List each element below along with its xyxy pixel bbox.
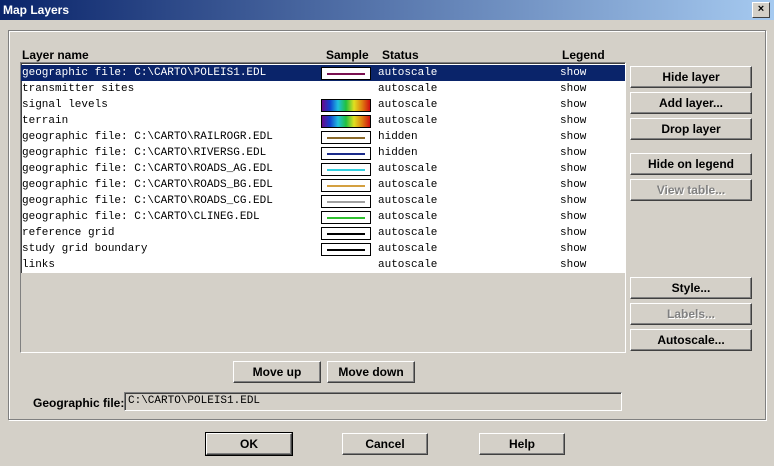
layer-row[interactable]: geographic file: C:\CARTO\POLEIS1.EDL aut… — [21, 65, 625, 81]
layer-legend: show — [560, 131, 587, 143]
layer-status: autoscale — [378, 259, 438, 271]
line-sample-stroke — [327, 169, 365, 171]
line-sample-stroke — [327, 137, 365, 139]
layer-status: autoscale — [378, 243, 438, 255]
hide-layer-button[interactable]: Hide layer — [630, 66, 752, 88]
layer-status: autoscale — [378, 99, 438, 111]
line-sample-icon — [321, 211, 371, 224]
layer-row[interactable]: geographic file: C:\CARTO\RIVERSG.EDL hid… — [21, 145, 625, 161]
layer-status: autoscale — [378, 179, 438, 191]
layer-status: hidden — [378, 147, 418, 159]
line-sample-stroke — [327, 185, 365, 187]
layer-legend: show — [560, 179, 587, 191]
layer-status: autoscale — [378, 227, 438, 239]
layer-status: hidden — [378, 131, 418, 143]
layer-row[interactable]: study grid boundary autoscale show — [21, 241, 625, 257]
layer-status: autoscale — [378, 195, 438, 207]
layer-legend: show — [560, 83, 587, 95]
line-sample-stroke — [327, 233, 365, 235]
layer-legend: show — [560, 259, 587, 271]
layer-name: transmitter sites — [22, 83, 135, 95]
layer-name: geographic file: C:\CARTO\POLEIS1.EDL — [22, 67, 267, 79]
line-sample-stroke — [327, 201, 365, 203]
layer-row[interactable]: geographic file: C:\CARTO\RAILROGR.EDL hi… — [21, 129, 625, 145]
line-sample-stroke — [327, 73, 365, 75]
layer-name: geographic file: C:\CARTO\ROADS_AG.EDL — [22, 163, 273, 175]
layer-row[interactable]: signal levels autoscale show — [21, 97, 625, 113]
line-sample-stroke — [327, 249, 365, 251]
line-sample-icon — [321, 227, 371, 240]
layer-name: reference grid — [22, 227, 115, 239]
layer-row[interactable]: geographic file: C:\CARTO\ROADS_CG.EDL au… — [21, 193, 625, 209]
close-button[interactable]: × — [752, 2, 770, 18]
layer-name: geographic file: C:\CARTO\ROADS_CG.EDL — [22, 195, 273, 207]
layer-legend: show — [560, 195, 587, 207]
layer-row[interactable]: terrain autoscale show — [21, 113, 625, 129]
layer-status: autoscale — [378, 163, 438, 175]
layer-name: geographic file: C:\CARTO\RAILROGR.EDL — [22, 131, 273, 143]
layer-name: geographic file: C:\CARTO\CLINEG.EDL — [22, 211, 260, 223]
line-sample-icon — [321, 147, 371, 160]
gradient-sample-icon — [321, 115, 371, 128]
layer-status: autoscale — [378, 83, 438, 95]
layer-name: study grid boundary — [22, 243, 148, 255]
layer-status: autoscale — [378, 67, 438, 79]
layer-legend: show — [560, 227, 587, 239]
move-down-button[interactable]: Move down — [327, 361, 415, 383]
layer-name: links — [22, 259, 56, 271]
layer-status: autoscale — [378, 115, 438, 127]
layer-legend: show — [560, 67, 587, 79]
line-sample-icon — [321, 163, 371, 176]
line-sample-icon — [321, 67, 371, 80]
layer-name: terrain — [22, 115, 69, 127]
layer-row[interactable]: transmitter sites autoscale show — [21, 81, 625, 97]
layer-name: geographic file: C:\CARTO\ROADS_BG.EDL — [22, 179, 273, 191]
cancel-button[interactable]: Cancel — [342, 433, 428, 455]
line-sample-icon — [321, 195, 371, 208]
layer-legend: show — [560, 99, 587, 111]
layer-list[interactable]: geographic file: C:\CARTO\POLEIS1.EDL aut… — [20, 62, 626, 353]
title-bar: Map Layers × — [0, 0, 774, 20]
layer-name: signal levels — [22, 99, 108, 111]
layer-legend: show — [560, 243, 587, 255]
help-button[interactable]: Help — [479, 433, 565, 455]
layer-legend: show — [560, 115, 587, 127]
add-layer-button[interactable]: Add layer... — [630, 92, 752, 114]
layer-legend: show — [560, 163, 587, 175]
ok-button[interactable]: OK — [205, 432, 293, 456]
layer-row[interactable]: geographic file: C:\CARTO\ROADS_BG.EDL au… — [21, 177, 625, 193]
move-up-button[interactable]: Move up — [233, 361, 321, 383]
column-header-status: Status — [382, 48, 419, 62]
window-title: Map Layers — [3, 3, 70, 17]
line-sample-icon — [321, 131, 371, 144]
line-sample-icon — [321, 243, 371, 256]
view-table-button[interactable]: View table... — [630, 179, 752, 201]
drop-layer-button[interactable]: Drop layer — [630, 118, 752, 140]
geographic-file-field: C:\CARTO\POLEIS1.EDL — [124, 392, 622, 411]
column-header-legend: Legend — [562, 48, 605, 62]
layer-row[interactable]: geographic file: C:\CARTO\ROADS_AG.EDL au… — [21, 161, 625, 177]
style-button[interactable]: Style... — [630, 277, 752, 299]
column-header-layer-name: Layer name — [22, 48, 89, 62]
layer-row[interactable]: geographic file: C:\CARTO\CLINEG.EDL auto… — [21, 209, 625, 225]
list-empty-area — [21, 273, 625, 352]
geographic-file-label: Geographic file: — [33, 396, 125, 410]
line-sample-icon — [321, 179, 371, 192]
hide-on-legend-button[interactable]: Hide on legend — [630, 153, 752, 175]
layer-status: autoscale — [378, 211, 438, 223]
labels-button[interactable]: Labels... — [630, 303, 752, 325]
line-sample-stroke — [327, 153, 365, 155]
line-sample-stroke — [327, 217, 365, 219]
layer-name: geographic file: C:\CARTO\RIVERSG.EDL — [22, 147, 267, 159]
layer-row[interactable]: reference grid autoscale show — [21, 225, 625, 241]
layer-legend: show — [560, 147, 587, 159]
gradient-sample-icon — [321, 99, 371, 112]
autoscale-button[interactable]: Autoscale... — [630, 329, 752, 351]
column-header-sample: Sample — [326, 48, 369, 62]
layer-legend: show — [560, 211, 587, 223]
layer-row[interactable]: links autoscale show — [21, 257, 625, 273]
